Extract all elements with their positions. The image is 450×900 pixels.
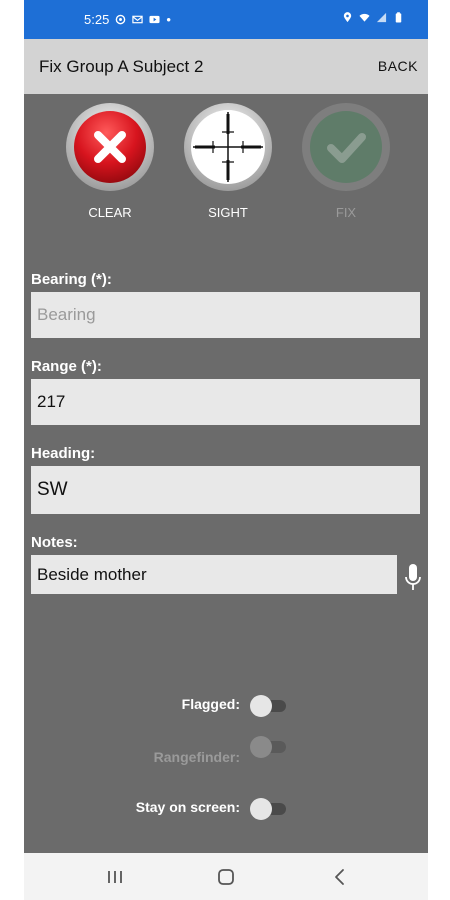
- status-left: 5:25 •: [84, 12, 171, 27]
- range-field[interactable]: [31, 379, 420, 425]
- heading-field[interactable]: [31, 466, 420, 514]
- stay-on-screen-toggle[interactable]: [250, 796, 288, 820]
- checkmark-icon: [302, 103, 390, 191]
- bearing-label: Bearing (*):: [31, 271, 112, 288]
- notification-dot: •: [166, 12, 171, 27]
- location-target-icon: [116, 14, 126, 25]
- sight-label: SIGHT: [208, 205, 248, 220]
- stay-on-screen-label: Stay on screen:: [135, 799, 240, 815]
- heading-label: Heading:: [31, 445, 96, 462]
- phone-screen: 5:25 • Fix Group A Subject 2 BACK CLEAR …: [24, 0, 428, 900]
- battery-icon: [395, 12, 402, 23]
- rangefinder-label: Rangefinder:: [153, 749, 240, 765]
- range-label: Range (*):: [31, 358, 102, 375]
- fix-label: FIX: [335, 205, 357, 220]
- back-button[interactable]: BACK: [378, 58, 418, 74]
- clear-button[interactable]: CLEAR: [64, 102, 156, 222]
- status-right: [342, 12, 404, 23]
- system-nav-bar: [24, 853, 428, 900]
- notes-field[interactable]: [31, 555, 397, 594]
- clear-x-icon: [66, 103, 154, 191]
- mic-icon[interactable]: [404, 562, 422, 594]
- status-bar: 5:25 •: [24, 0, 428, 39]
- clear-label: CLEAR: [88, 205, 132, 220]
- recents-icon[interactable]: [102, 865, 128, 889]
- bearing-field[interactable]: [31, 292, 420, 338]
- location-icon: [343, 12, 352, 23]
- video-icon: [149, 15, 160, 24]
- flagged-toggle[interactable]: [250, 693, 288, 717]
- sight-button[interactable]: SIGHT: [182, 102, 274, 222]
- wifi-icon: [359, 13, 370, 22]
- status-time: 5:25: [84, 12, 110, 27]
- flagged-label: Flagged:: [181, 696, 240, 712]
- rangefinder-toggle[interactable]: [250, 734, 288, 758]
- page-title: Fix Group A Subject 2: [39, 57, 204, 76]
- toggle-knob: [250, 798, 272, 820]
- fix-button[interactable]: FIX: [300, 102, 392, 222]
- home-icon[interactable]: [213, 865, 239, 889]
- signal-icon: [376, 12, 387, 23]
- mail-icon: [132, 15, 143, 24]
- crosshair-icon: [184, 103, 272, 191]
- toggle-knob: [250, 695, 272, 717]
- app-bar: Fix Group A Subject 2 BACK: [24, 39, 428, 94]
- toggle-knob: [250, 736, 272, 758]
- notes-label: Notes:: [31, 534, 78, 551]
- back-nav-icon[interactable]: [327, 865, 353, 889]
